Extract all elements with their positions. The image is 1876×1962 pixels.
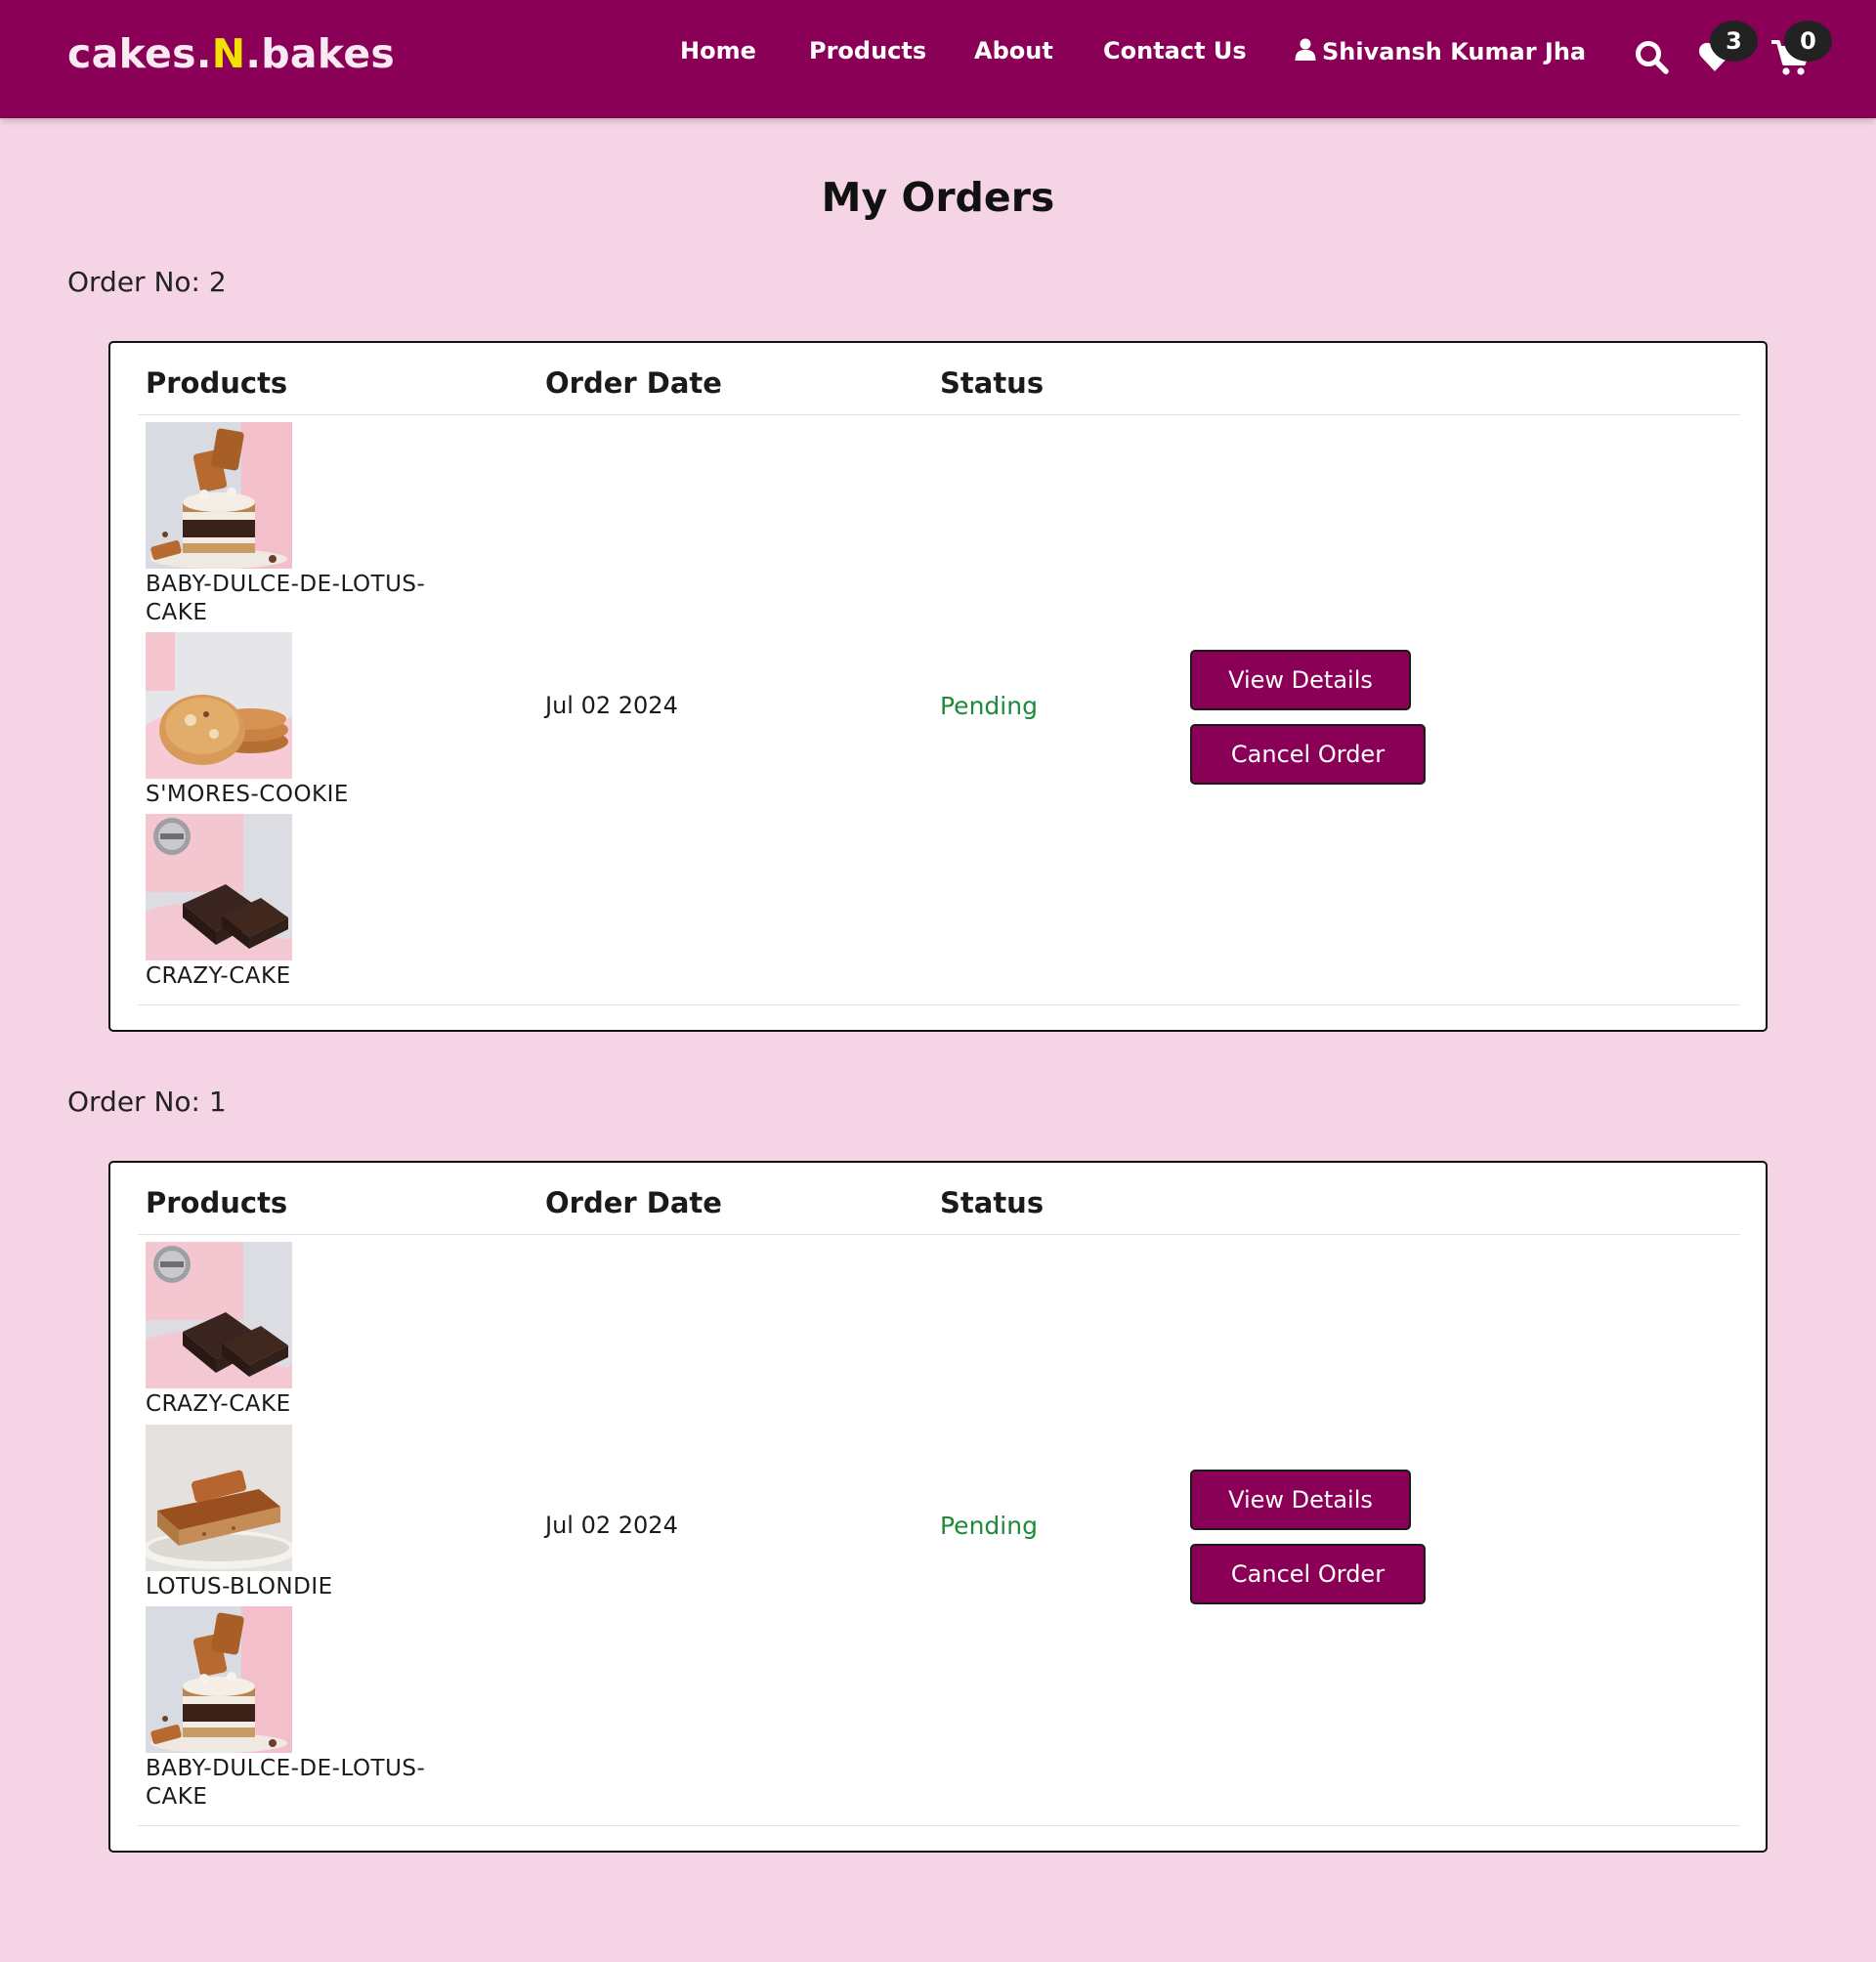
search-button[interactable] — [1634, 39, 1669, 74]
nav-products-link[interactable]: Products — [809, 37, 926, 64]
page-title: My Orders — [821, 174, 1055, 221]
brand-logo[interactable]: cakes.N.bakes — [67, 30, 395, 77]
search-icon — [1634, 39, 1669, 74]
user-name: Shivansh Kumar Jha — [1322, 38, 1587, 65]
row-divider — [138, 1825, 1740, 1826]
product-item[interactable]: BABY-DULCE-DE-LOTUS-CAKE — [146, 422, 478, 627]
row-divider — [138, 1004, 1740, 1005]
product-name: BABY-DULCE-DE-LOTUS-CAKE — [146, 1756, 426, 1810]
brand-text-part1: cakes. — [67, 30, 212, 77]
column-header-status: Status — [940, 1186, 1045, 1219]
brand-text-accent: N — [211, 30, 246, 77]
view-details-button[interactable]: View Details — [1190, 650, 1411, 710]
product-image[interactable] — [146, 1242, 292, 1388]
product-image[interactable] — [146, 814, 292, 960]
column-header-status: Status — [940, 366, 1045, 400]
product-name: LOTUS-BLONDIE — [146, 1574, 333, 1599]
column-header-products: Products — [146, 366, 288, 400]
cancel-order-button[interactable]: Cancel Order — [1190, 1544, 1426, 1604]
order-status: Pending — [940, 692, 1038, 720]
column-header-products: Products — [146, 1186, 288, 1219]
product-name: CRAZY-CAKE — [146, 963, 291, 989]
cancel-order-button[interactable]: Cancel Order — [1190, 724, 1426, 785]
product-item[interactable]: BABY-DULCE-DE-LOTUS-CAKE — [146, 1606, 478, 1812]
product-name: CRAZY-CAKE — [146, 1391, 291, 1417]
order-heading: Order No: 2 — [67, 266, 227, 298]
product-image[interactable] — [146, 422, 292, 569]
product-item[interactable]: S'MORES-COOKIE — [146, 632, 478, 809]
view-details-button[interactable]: View Details — [1190, 1470, 1411, 1530]
order-heading: Order No: 1 — [67, 1086, 227, 1118]
product-name: S'MORES-COOKIE — [146, 782, 349, 807]
header-divider — [138, 1234, 1740, 1235]
product-name: BABY-DULCE-DE-LOTUS-CAKE — [146, 572, 426, 625]
order-date: Jul 02 2024 — [545, 692, 678, 719]
nav-about-link[interactable]: About — [974, 37, 1053, 64]
header-divider — [138, 414, 1740, 415]
brand-text-part2: .bakes — [245, 30, 396, 77]
product-item[interactable]: CRAZY-CAKE — [146, 1242, 478, 1419]
nav-home-link[interactable]: Home — [680, 37, 756, 64]
top-navbar: cakes.N.bakes Home Products About Contac… — [0, 0, 1876, 118]
user-icon — [1294, 37, 1317, 66]
product-image[interactable] — [146, 1606, 292, 1753]
product-image[interactable] — [146, 1425, 292, 1571]
column-header-order-date: Order Date — [545, 1186, 722, 1219]
column-header-order-date: Order Date — [545, 366, 722, 400]
cart-count-badge: 0 — [1784, 21, 1832, 62]
product-item[interactable]: LOTUS-BLONDIE — [146, 1425, 478, 1601]
wishlist-count-badge: 3 — [1710, 21, 1758, 62]
nav-contact-link[interactable]: Contact Us — [1103, 37, 1247, 64]
order-card: Products Order Date Status CRAZY-CAKE LO… — [108, 1161, 1768, 1853]
order-status: Pending — [940, 1512, 1038, 1540]
product-image[interactable] — [146, 632, 292, 779]
order-card: Products Order Date Status BABY-DULCE-DE… — [108, 341, 1768, 1032]
order-date: Jul 02 2024 — [545, 1512, 678, 1539]
user-account-link[interactable]: Shivansh Kumar Jha — [1294, 37, 1586, 66]
product-item[interactable]: CRAZY-CAKE — [146, 814, 478, 991]
